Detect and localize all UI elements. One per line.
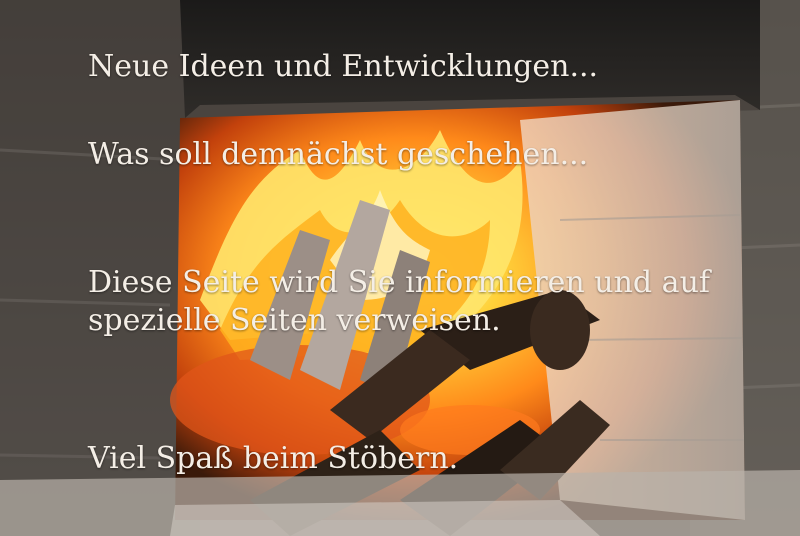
heading-new-ideas: Neue Ideen und Entwicklungen...	[88, 49, 599, 84]
closing-greeting: Viel Spaß beim Stöbern.	[88, 441, 459, 476]
heading-upcoming: Was soll demnächst geschehen...	[88, 137, 589, 172]
info-text-line-1: Diese Seite wird Sie informieren und auf	[88, 265, 710, 300]
fireplace-hero: Neue Ideen und Entwicklungen... Was soll…	[0, 0, 800, 536]
info-text-line-2: spezielle Seiten verweisen.	[88, 303, 501, 338]
